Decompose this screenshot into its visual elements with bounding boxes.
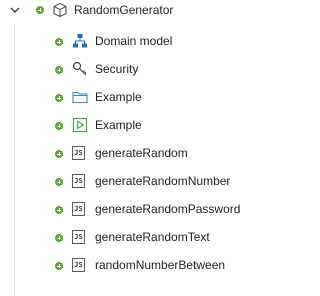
play-icon (72, 117, 88, 133)
js-file-icon: JS (72, 230, 85, 244)
tree-root-label[interactable]: RandomGenerator (74, 3, 173, 17)
module-package-icon (52, 2, 68, 18)
tree-item-label: Example (95, 118, 142, 132)
tree-item-label: generateRandom (95, 146, 188, 160)
plus-circle-icon (55, 178, 63, 186)
tree-item-label: Example (95, 90, 142, 104)
chevron-down-icon[interactable] (9, 3, 21, 17)
js-file-icon: JS (72, 202, 85, 216)
js-file-icon: JS (72, 146, 85, 160)
plus-circle-icon (36, 6, 44, 14)
plus-circle-icon (55, 94, 63, 102)
key-icon (72, 61, 88, 77)
folder-icon (72, 89, 88, 105)
tree-item-label: generateRandomNumber (95, 174, 231, 188)
js-file-icon: JS (72, 174, 85, 188)
js-file-icon: JS (72, 258, 85, 272)
plus-circle-icon (55, 38, 63, 46)
tree-item-label: randomNumberBetween (95, 258, 226, 272)
plus-circle-icon (55, 150, 63, 158)
project-tree: RandomGenerator Domain model Security Ex… (0, 0, 315, 296)
domain-model-icon (72, 33, 88, 49)
plus-circle-icon (55, 66, 63, 74)
plus-circle-icon (55, 262, 63, 270)
tree-guide-line (14, 24, 15, 296)
tree-item-label: generateRandomPassword (95, 202, 241, 216)
tree-item-label: Domain model (95, 34, 173, 48)
plus-circle-icon (55, 122, 63, 130)
tree-item-label: Security (95, 62, 139, 76)
plus-circle-icon (55, 206, 63, 214)
plus-circle-icon (55, 234, 63, 242)
tree-item-label: generateRandomText (95, 230, 210, 244)
